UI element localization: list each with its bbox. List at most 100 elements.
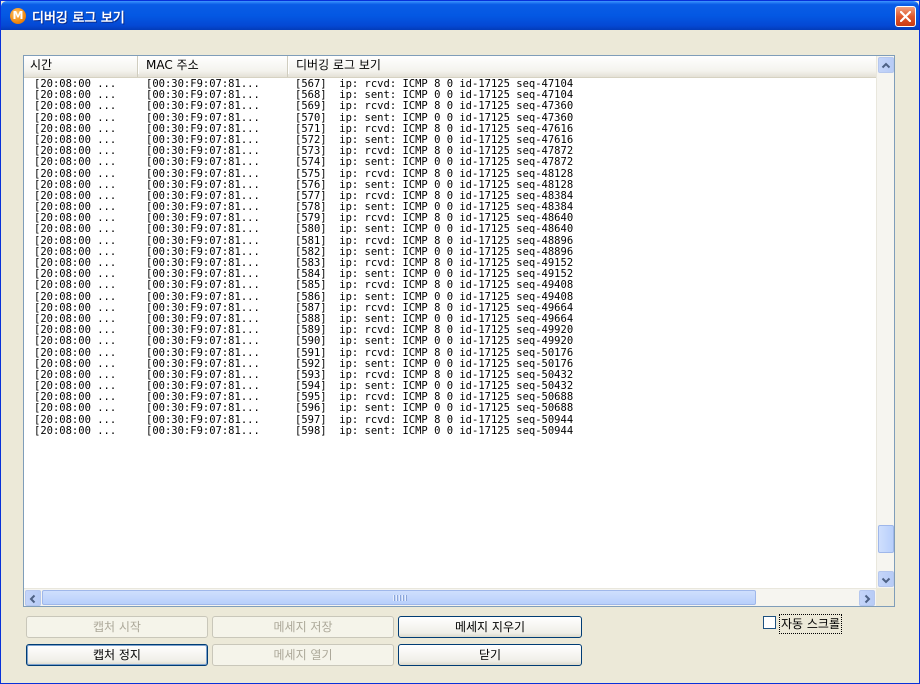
list-rows: [20:08:00 ... [00:30:F9:07:81... [567] ip:…	[24, 79, 876, 437]
app-logo-icon: M	[10, 8, 26, 24]
table-row[interactable]: [20:08:00 ... [00:30:F9:07:81... [583] ip:…	[24, 258, 876, 269]
cell-log: [580] ip: sent: ICMP 0 0 id-17125 seq-48…	[295, 224, 574, 236]
table-row[interactable]: [20:08:00 ... [00:30:F9:07:81... [588] ip:…	[24, 314, 876, 325]
cell-time: [20:08:00 ...	[34, 79, 117, 90]
save-message-button[interactable]: 메세지 저장	[212, 616, 394, 638]
column-header-log[interactable]: 디버깅 로그 보기	[290, 56, 876, 77]
table-row[interactable]: [20:08:00 ... [00:30:F9:07:81... [587] ip:…	[24, 303, 876, 314]
clear-message-button[interactable]: 메세지 지우기	[398, 616, 582, 638]
cell-time: [20:08:00 ...	[34, 246, 117, 258]
cell-mac: [00:30:F9:07:81...	[146, 213, 260, 225]
cell-mac: [00:30:F9:07:81...	[146, 90, 260, 102]
table-row[interactable]: [20:08:00 ... [00:30:F9:07:81... [574] ip:…	[24, 157, 876, 168]
table-row[interactable]: [20:08:00 ... [00:30:F9:07:81... [575] ip:…	[24, 169, 876, 180]
table-row[interactable]: [20:08:00 ... [00:30:F9:07:81... [572] ip:…	[24, 135, 876, 146]
cell-mac: [00:30:F9:07:81...	[146, 123, 260, 135]
table-row[interactable]: [20:08:00 ... [00:30:F9:07:81... [592] ip:…	[24, 359, 876, 370]
horizontal-scrollbar[interactable]	[24, 588, 894, 606]
cell-time: [20:08:00 ...	[34, 302, 117, 314]
cell-time: [20:08:00 ...	[34, 123, 117, 135]
cell-time: [20:08:00 ...	[34, 358, 117, 370]
cell-log: [573] ip: rcvd: ICMP 8 0 id-17125 seq-47…	[295, 146, 574, 158]
table-row[interactable]: [20:08:00 ... [00:30:F9:07:81... [571] ip:…	[24, 124, 876, 135]
scrollbar-corner	[876, 588, 894, 606]
cell-log: [598] ip: sent: ICMP 0 0 id-17125 seq-50…	[295, 425, 574, 437]
cell-log: [593] ip: rcvd: ICMP 8 0 id-17125 seq-50…	[295, 369, 574, 381]
table-row[interactable]: [20:08:00 ... [00:30:F9:07:81... [598] ip:…	[24, 426, 876, 437]
capture-stop-button[interactable]: 캡처 정지	[26, 644, 208, 666]
table-row[interactable]: [20:08:00 ... [00:30:F9:07:81... [589] ip:…	[24, 325, 876, 336]
scroll-right-button[interactable]	[859, 590, 875, 606]
column-header-time[interactable]: 시간	[24, 56, 139, 77]
cell-mac: [00:30:F9:07:81...	[146, 313, 260, 325]
table-row[interactable]: [20:08:00 ... [00:30:F9:07:81... [578] ip:…	[24, 202, 876, 213]
cell-log: [582] ip: sent: ICMP 0 0 id-17125 seq-48…	[295, 246, 574, 258]
cell-time: [20:08:00 ...	[34, 146, 117, 158]
vertical-scroll-thumb[interactable]	[878, 525, 894, 553]
cell-mac: [00:30:F9:07:81...	[146, 101, 260, 113]
table-row[interactable]: [20:08:00 ... [00:30:F9:07:81... [569] ip:…	[24, 101, 876, 112]
horizontal-scroll-thumb[interactable]	[42, 590, 756, 605]
vertical-scrollbar[interactable]	[876, 56, 894, 589]
auto-scroll-checkbox[interactable]	[763, 616, 776, 629]
cell-mac: [00:30:F9:07:81...	[146, 235, 260, 247]
table-row[interactable]: [20:08:00 ... [00:30:F9:07:81... [597] ip:…	[24, 415, 876, 426]
close-window-button[interactable]	[895, 6, 916, 27]
cell-mac: [00:30:F9:07:81...	[146, 302, 260, 314]
chevron-left-icon	[29, 594, 36, 604]
cell-time: [20:08:00 ...	[34, 369, 117, 381]
cell-time: [20:08:00 ...	[34, 392, 117, 404]
cell-log: [586] ip: sent: ICMP 0 0 id-17125 seq-49…	[295, 291, 574, 303]
cell-log: [569] ip: rcvd: ICMP 8 0 id-17125 seq-47…	[295, 101, 574, 113]
table-row[interactable]: [20:08:00 ... [00:30:F9:07:81... [591] ip:…	[24, 348, 876, 359]
scroll-up-button[interactable]	[878, 57, 894, 73]
column-header-mac[interactable]: MAC 주소	[140, 56, 289, 77]
cell-time: [20:08:00 ...	[34, 101, 117, 113]
table-row[interactable]: [20:08:00 ... [00:30:F9:07:81... [585] ip:…	[24, 280, 876, 291]
cell-log: [577] ip: rcvd: ICMP 8 0 id-17125 seq-48…	[295, 190, 574, 202]
table-row[interactable]: [20:08:00 ... [00:30:F9:07:81... [570] ip:…	[24, 113, 876, 124]
table-row[interactable]: [20:08:00 ... [00:30:F9:07:81... [581] ip:…	[24, 236, 876, 247]
table-row[interactable]: [20:08:00 ... [00:30:F9:07:81... [582] ip:…	[24, 247, 876, 258]
title-bar[interactable]: M 디버깅 로그 보기	[1, 1, 919, 30]
cell-log: [597] ip: rcvd: ICMP 8 0 id-17125 seq-50…	[295, 414, 574, 426]
table-row[interactable]: [20:08:00 ... [00:30:F9:07:81... [580] ip:…	[24, 224, 876, 235]
cell-time: [20:08:00 ...	[34, 347, 117, 359]
cell-log: [567] ip: rcvd: ICMP 8 0 id-17125 seq-47…	[295, 79, 574, 90]
close-button[interactable]: 닫기	[398, 644, 582, 666]
log-list[interactable]: 시간 MAC 주소 디버깅 로그 보기 [20:08:00 ... [00:30:…	[23, 55, 895, 607]
cell-time: [20:08:00 ...	[34, 336, 117, 348]
table-row[interactable]: [20:08:00 ... [00:30:F9:07:81... [593] ip:…	[24, 370, 876, 381]
cell-log: [575] ip: rcvd: ICMP 8 0 id-17125 seq-48…	[295, 168, 574, 180]
table-row[interactable]: [20:08:00 ... [00:30:F9:07:81... [567] ip:…	[24, 79, 876, 90]
chevron-down-icon	[881, 577, 891, 584]
table-row[interactable]: [20:08:00 ... [00:30:F9:07:81... [573] ip:…	[24, 146, 876, 157]
cell-time: [20:08:00 ...	[34, 190, 117, 202]
table-row[interactable]: [20:08:00 ... [00:30:F9:07:81... [584] ip:…	[24, 269, 876, 280]
table-row[interactable]: [20:08:00 ... [00:30:F9:07:81... [596] ip:…	[24, 403, 876, 414]
cell-log: [592] ip: sent: ICMP 0 0 id-17125 seq-50…	[295, 358, 574, 370]
auto-scroll-label[interactable]: 자동 스크롤	[779, 614, 843, 634]
cell-log: [596] ip: sent: ICMP 0 0 id-17125 seq-50…	[295, 403, 574, 415]
table-row[interactable]: [20:08:00 ... [00:30:F9:07:81... [568] ip:…	[24, 90, 876, 101]
list-header: 시간 MAC 주소 디버깅 로그 보기	[24, 56, 876, 78]
scroll-left-button[interactable]	[25, 590, 41, 606]
cell-time: [20:08:00 ...	[34, 325, 117, 337]
cell-mac: [00:30:F9:07:81...	[146, 280, 260, 292]
cell-time: [20:08:00 ...	[34, 403, 117, 415]
capture-start-button[interactable]: 캡처 시작	[26, 616, 208, 638]
cell-mac: [00:30:F9:07:81...	[146, 179, 260, 191]
table-row[interactable]: [20:08:00 ... [00:30:F9:07:81... [576] ip:…	[24, 180, 876, 191]
scroll-down-button[interactable]	[878, 571, 894, 587]
table-row[interactable]: [20:08:00 ... [00:30:F9:07:81... [577] ip:…	[24, 191, 876, 202]
table-row[interactable]: [20:08:00 ... [00:30:F9:07:81... [586] ip:…	[24, 292, 876, 303]
cell-mac: [00:30:F9:07:81...	[146, 347, 260, 359]
table-row[interactable]: [20:08:00 ... [00:30:F9:07:81... [595] ip:…	[24, 392, 876, 403]
table-row[interactable]: [20:08:00 ... [00:30:F9:07:81... [594] ip:…	[24, 381, 876, 392]
table-row[interactable]: [20:08:00 ... [00:30:F9:07:81... [590] ip:…	[24, 336, 876, 347]
cell-log: [578] ip: sent: ICMP 0 0 id-17125 seq-48…	[295, 202, 574, 214]
cell-time: [20:08:00 ...	[34, 90, 117, 102]
table-row[interactable]: [20:08:00 ... [00:30:F9:07:81... [579] ip:…	[24, 213, 876, 224]
cell-time: [20:08:00 ...	[34, 134, 117, 146]
open-message-button[interactable]: 메세지 열기	[212, 644, 394, 666]
